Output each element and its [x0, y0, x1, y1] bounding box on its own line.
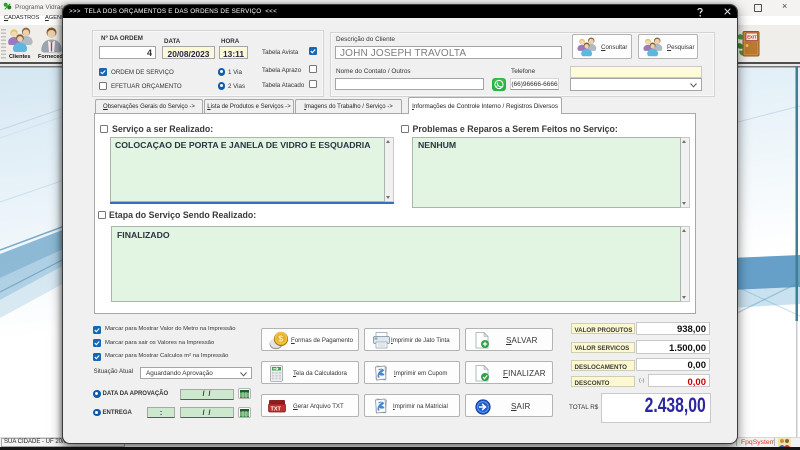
svg-text:$: $ [278, 333, 283, 343]
svg-text:TXT: TXT [271, 407, 282, 413]
svg-text:EXIT: EXIT [747, 35, 757, 40]
